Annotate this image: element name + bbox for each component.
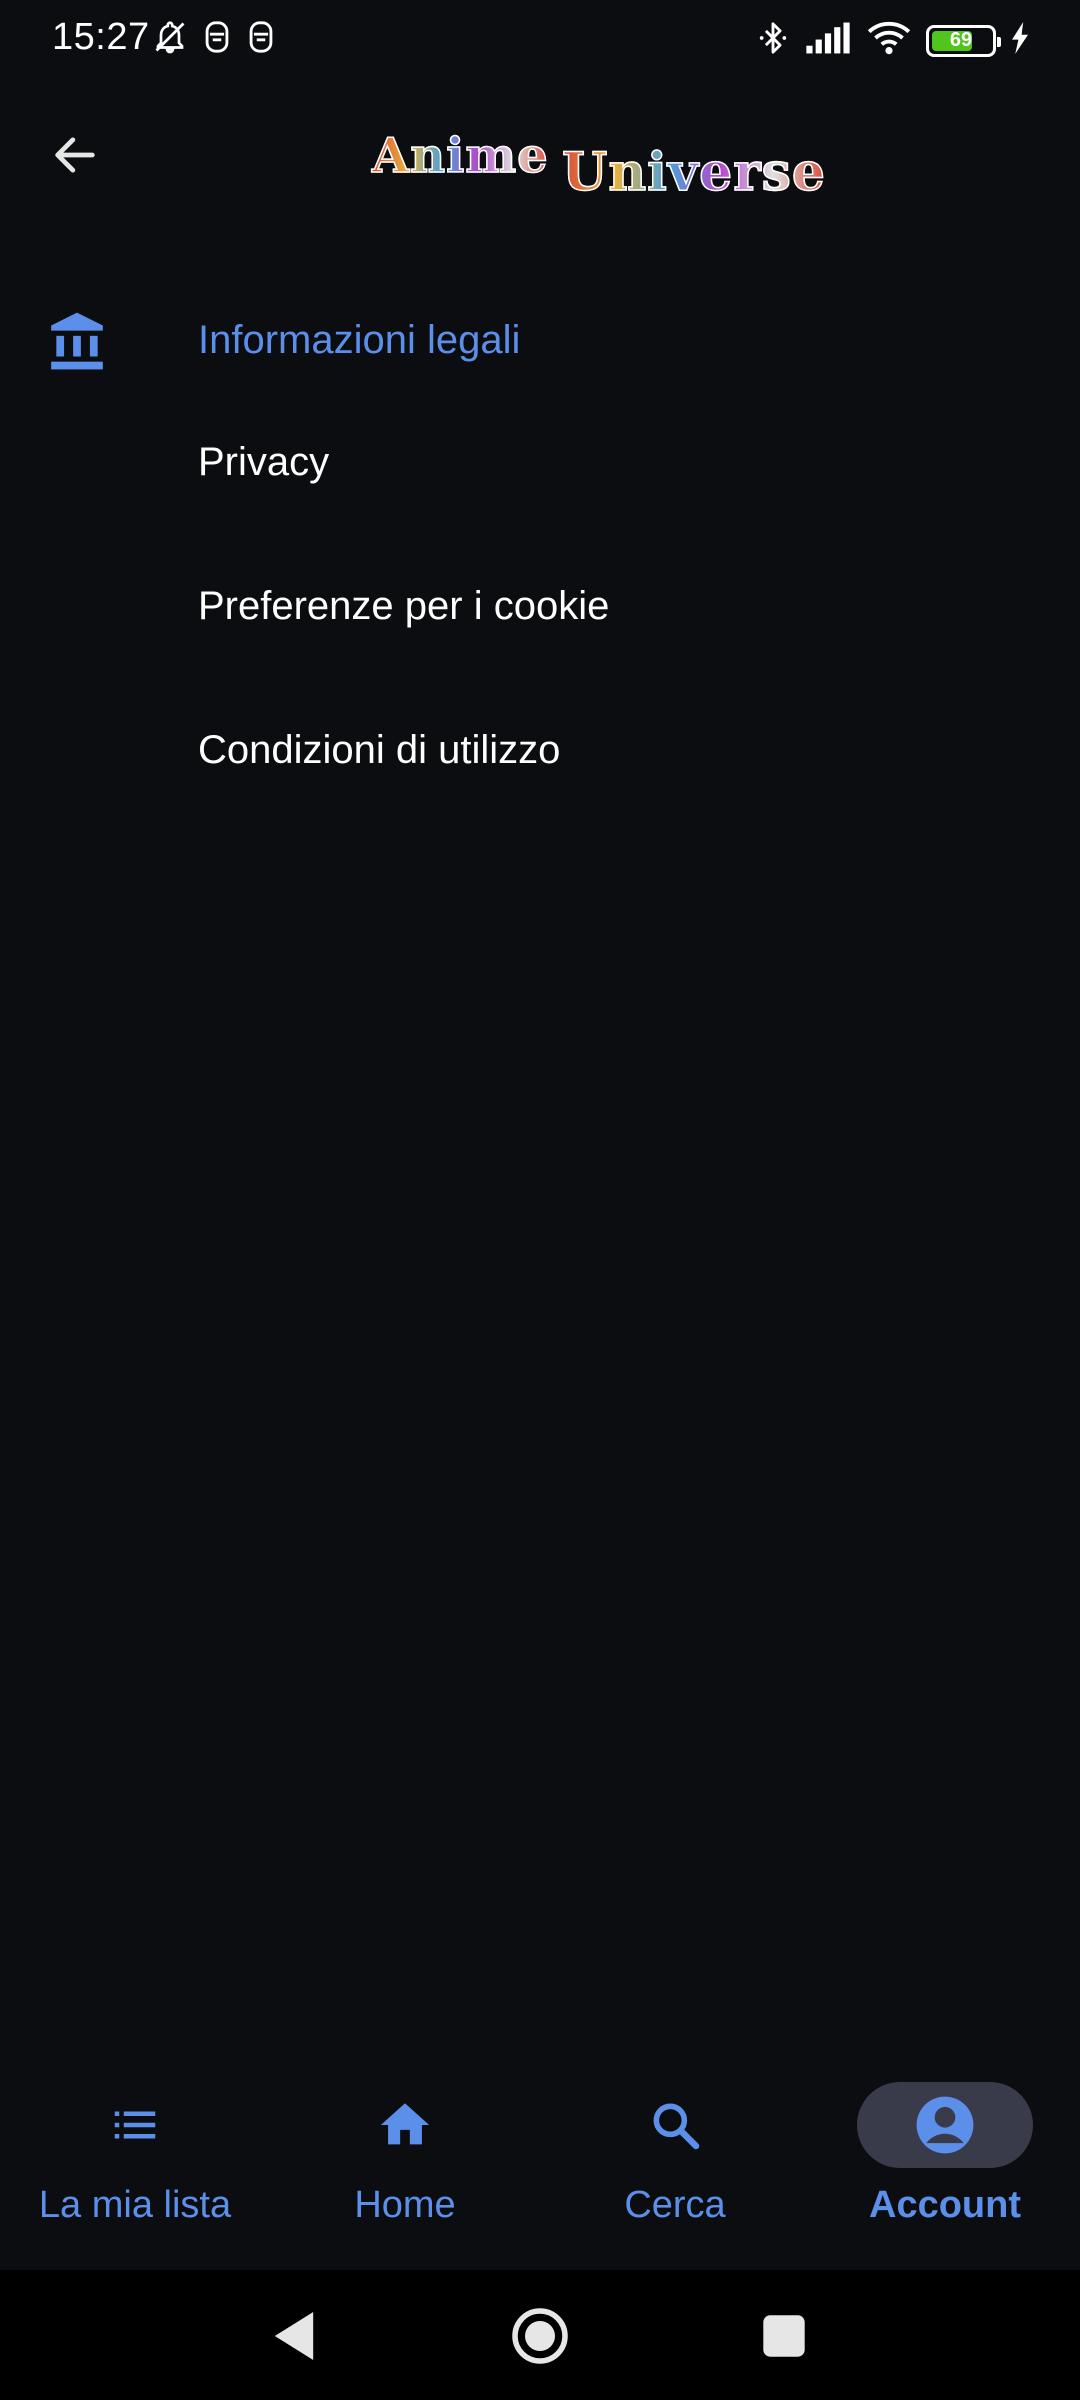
battery-percent: 69 <box>949 29 973 51</box>
menu-item-cookie-preferences[interactable]: Preferenze per i cookie <box>198 566 1018 646</box>
nav-item-my-list[interactable]: La mia lista <box>0 2060 270 2270</box>
legal-section-header: Informazioni legali <box>0 300 1080 380</box>
status-time: 15:27 <box>52 16 150 58</box>
circle-home-icon <box>512 2308 568 2364</box>
status-bar: 15:27 69 <box>0 0 1080 78</box>
menu-item-privacy[interactable]: Privacy <box>198 422 1018 502</box>
notification-app-icon <box>202 20 232 59</box>
system-back-button[interactable] <box>254 2296 334 2376</box>
status-right-icons: 69 <box>756 18 1030 63</box>
battery-indicator: 69 <box>926 24 1001 57</box>
nav-label-active: Account <box>869 2184 1021 2226</box>
account-circle-icon <box>916 2096 974 2154</box>
section-title: Informazioni legali <box>198 318 521 362</box>
nav-icon-container <box>47 2082 223 2168</box>
nav-icon-container <box>587 2082 763 2168</box>
list-icon <box>114 2111 156 2139</box>
system-home-button[interactable] <box>500 2296 580 2376</box>
square-recents-icon <box>763 2315 805 2357</box>
notification-app-icon <box>246 20 276 59</box>
bluetooth-icon <box>756 18 790 63</box>
nav-label: Home <box>354 2184 456 2226</box>
nav-item-home[interactable]: Home <box>270 2060 540 2270</box>
back-button[interactable] <box>40 120 110 190</box>
wifi-icon <box>866 20 912 61</box>
app-header: Anime Universe <box>0 100 1080 220</box>
logo-text-universe: Universe <box>561 141 826 204</box>
bank-icon <box>51 312 103 370</box>
signal-icon <box>804 21 852 60</box>
triangle-back-icon <box>274 2312 314 2360</box>
system-recents-button[interactable] <box>744 2296 824 2376</box>
logo-text-anime: Anime <box>371 127 549 185</box>
bell-off-icon <box>152 18 188 61</box>
nav-icon-container <box>317 2082 493 2168</box>
app-logo: Anime Universe <box>371 127 862 204</box>
system-navigation-bar <box>0 2270 1080 2400</box>
bottom-navigation: La mia lista Home Cerca Account <box>0 2060 1080 2270</box>
home-icon <box>380 2103 430 2145</box>
nav-item-search[interactable]: Cerca <box>540 2060 810 2270</box>
nav-label: Cerca <box>624 2184 726 2226</box>
status-left-icons <box>152 18 276 61</box>
menu-item-terms-of-use[interactable]: Condizioni di utilizzo <box>198 710 1018 790</box>
charging-bolt-icon <box>1010 22 1030 59</box>
nav-item-account[interactable]: Account <box>810 2060 1080 2270</box>
arrow-left-icon <box>55 137 95 173</box>
screen: 15:27 69 Anime Universe Informazioni leg… <box>0 0 1080 2400</box>
search-icon <box>653 2103 700 2150</box>
nav-label: La mia lista <box>38 2184 232 2226</box>
nav-icon-container-active <box>857 2082 1033 2168</box>
